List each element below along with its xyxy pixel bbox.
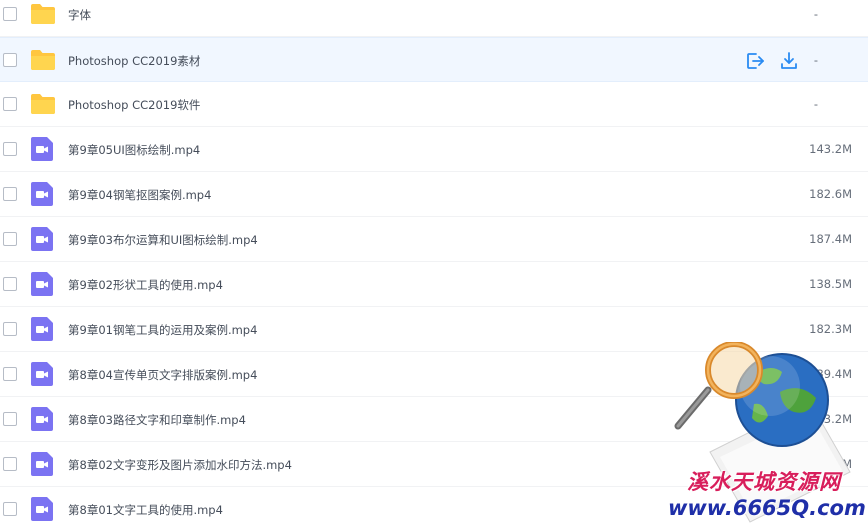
file-size: 138.5M bbox=[809, 277, 852, 291]
row-checkbox[interactable] bbox=[3, 367, 17, 381]
file-size: 182.6M bbox=[809, 187, 852, 201]
row-actions bbox=[745, 51, 799, 71]
row-checkbox[interactable] bbox=[3, 187, 17, 201]
row-checkbox[interactable] bbox=[3, 277, 17, 291]
video-file-icon bbox=[31, 362, 53, 386]
file-name[interactable]: Photoshop CC2019素材 bbox=[68, 53, 200, 69]
video-file-icon bbox=[31, 452, 53, 476]
download-icon[interactable] bbox=[779, 51, 799, 71]
file-name[interactable]: 第9章04钢笔抠图案例.mp4 bbox=[68, 187, 211, 203]
watermark-url: www.6665Q.com bbox=[668, 496, 866, 520]
row-checkbox[interactable] bbox=[3, 53, 17, 67]
video-file-icon bbox=[31, 227, 53, 251]
folder-icon bbox=[31, 50, 55, 70]
row-checkbox[interactable] bbox=[3, 412, 17, 426]
share-icon[interactable] bbox=[745, 51, 765, 71]
file-name[interactable]: 第9章01钢笔工具的运用及案例.mp4 bbox=[68, 322, 257, 338]
file-row-4[interactable]: 第9章04钢笔抠图案例.mp4 182.6M bbox=[0, 172, 868, 217]
file-size: 143.2M bbox=[809, 142, 852, 156]
video-file-icon bbox=[31, 137, 53, 161]
file-name[interactable]: 第9章05UI图标绘制.mp4 bbox=[68, 142, 200, 158]
row-checkbox[interactable] bbox=[3, 97, 17, 111]
file-name[interactable]: 第9章02形状工具的使用.mp4 bbox=[68, 277, 223, 293]
file-size: - bbox=[813, 53, 818, 67]
row-checkbox[interactable] bbox=[3, 142, 17, 156]
row-checkbox[interactable] bbox=[3, 502, 17, 516]
video-file-icon bbox=[31, 407, 53, 431]
row-checkbox[interactable] bbox=[3, 7, 17, 21]
folder-icon bbox=[31, 4, 55, 24]
video-file-icon bbox=[31, 497, 53, 521]
file-row-2[interactable]: Photoshop CC2019软件 - bbox=[0, 82, 868, 127]
file-name[interactable]: Photoshop CC2019软件 bbox=[68, 97, 200, 113]
row-checkbox[interactable] bbox=[3, 232, 17, 246]
file-name[interactable]: 第8章02文字变形及图片添加水印方法.mp4 bbox=[68, 457, 292, 473]
folder-icon bbox=[31, 94, 55, 114]
file-name[interactable]: 第8章04宣传单页文字排版案例.mp4 bbox=[68, 367, 257, 383]
file-name[interactable]: 字体 bbox=[68, 7, 91, 23]
file-name[interactable]: 第9章03布尔运算和UI图标绘制.mp4 bbox=[68, 232, 258, 248]
row-checkbox[interactable] bbox=[3, 322, 17, 336]
file-size: 182.3M bbox=[809, 322, 852, 336]
file-row-5[interactable]: 第9章03布尔运算和UI图标绘制.mp4 187.4M bbox=[0, 217, 868, 262]
file-name[interactable]: 第8章03路径文字和印章制作.mp4 bbox=[68, 412, 246, 428]
watermark-title: 溪水天城资源网 bbox=[687, 469, 841, 494]
file-row-0[interactable]: 字体 - bbox=[0, 0, 868, 37]
video-file-icon bbox=[31, 317, 53, 341]
file-row-3[interactable]: 第9章05UI图标绘制.mp4 143.2M bbox=[0, 127, 868, 172]
file-name[interactable]: 第8章01文字工具的使用.mp4 bbox=[68, 502, 223, 518]
file-size: - bbox=[813, 7, 818, 21]
video-file-icon bbox=[31, 182, 53, 206]
video-file-icon bbox=[31, 272, 53, 296]
file-size: 187.4M bbox=[809, 232, 852, 246]
file-row-1[interactable]: Photoshop CC2019素材 - bbox=[0, 37, 868, 82]
file-size: - bbox=[813, 97, 818, 111]
file-row-6[interactable]: 第9章02形状工具的使用.mp4 138.5M bbox=[0, 262, 868, 307]
row-checkbox[interactable] bbox=[3, 457, 17, 471]
